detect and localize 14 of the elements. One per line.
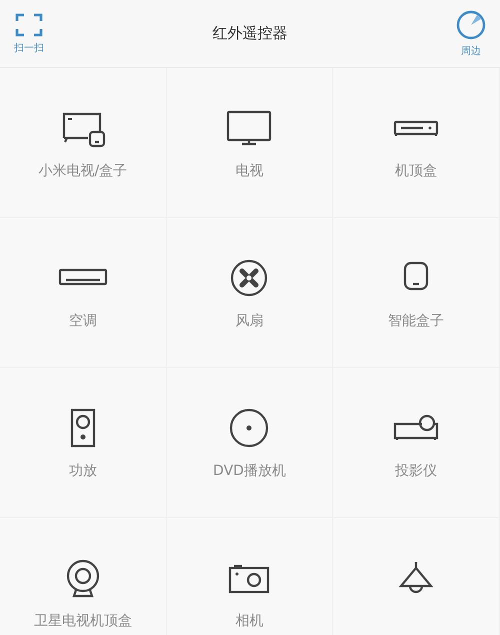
device-tile[interactable]: 空调 [0, 218, 167, 368]
nearby-button[interactable]: 周边 [456, 10, 486, 58]
device-tile[interactable]: 功放 [0, 368, 167, 518]
radar-icon [456, 10, 486, 40]
device-tile[interactable]: DVD播放机 [166, 368, 334, 518]
device-tile[interactable]: 智能盒子 [333, 218, 500, 368]
device-tile[interactable]: 机顶盒 [333, 68, 500, 218]
device-tile[interactable]: 小米电视/盒子 [0, 68, 167, 218]
device-tile[interactable]: 风扇 [166, 218, 334, 368]
page-title: 红外遥控器 [212, 24, 288, 43]
scan-icon [15, 12, 43, 36]
device-tile[interactable]: 投影仪 [333, 368, 500, 518]
device-tile[interactable]: 电视 [166, 68, 334, 218]
scan-button[interactable]: 扫一扫 [14, 12, 44, 54]
